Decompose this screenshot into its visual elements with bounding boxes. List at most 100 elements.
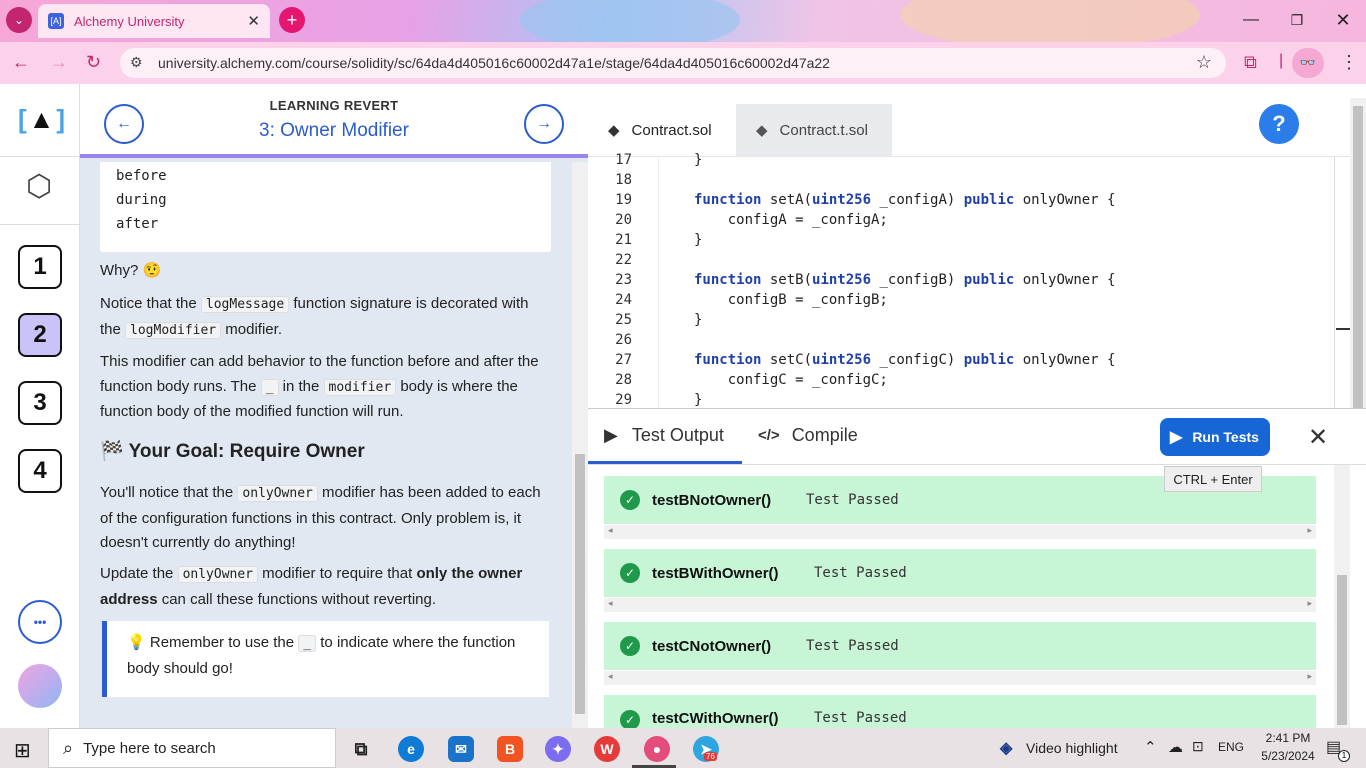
line-number: 23 (615, 272, 632, 288)
keyword: function (694, 272, 762, 288)
lesson-content: before during after Why? 🤨 Notice that t… (80, 162, 570, 728)
clock-date[interactable]: 5/23/2024 (1253, 749, 1323, 763)
code-text: onlyOwner { (1014, 352, 1116, 368)
minimize-button[interactable]: — (1228, 0, 1274, 40)
tab-contract-sol[interactable]: ◆ Contract.sol (588, 104, 732, 156)
lesson-title: 3: Owner Modifier (259, 120, 409, 141)
stage-button-2[interactable]: 2 (18, 313, 62, 357)
code-line: function setC(uint256 _configC) public o… (694, 352, 1115, 368)
reload-icon[interactable]: ↻ (86, 52, 101, 73)
output-scrollbar[interactable] (1334, 465, 1350, 729)
profile-icon[interactable]: 👓 (1292, 48, 1324, 78)
horizontal-scrollbar[interactable]: ◂ ▸ (604, 525, 1316, 539)
chrome-profile-icon[interactable]: ● (644, 736, 670, 762)
code-line: before (116, 168, 167, 184)
keyword: function (694, 352, 762, 368)
previous-stage-button[interactable]: ← (104, 104, 144, 144)
new-tab-button[interactable]: + (279, 7, 305, 33)
divider (588, 464, 1366, 465)
gutter-divider (658, 156, 659, 408)
overview-ruler-mark (1336, 328, 1350, 330)
lesson-section-label: LEARNING REVERT (269, 98, 399, 113)
text: Remember to use the (149, 634, 299, 651)
line-number: 25 (615, 312, 632, 328)
scrollbar-thumb[interactable] (1337, 575, 1347, 725)
divider (0, 224, 80, 225)
scroll-left-icon[interactable]: ◂ (608, 598, 613, 609)
paragraph: This modifier can add behavior to the fu… (100, 350, 550, 425)
scrollbar-thumb[interactable] (575, 454, 585, 714)
stage-button-3[interactable]: 3 (18, 381, 62, 425)
clock-time[interactable]: 2:41 PM (1256, 731, 1320, 745)
horizontal-scrollbar[interactable]: ◂ ▸ (604, 598, 1316, 612)
inline-code: onlyOwner (237, 485, 318, 502)
line-number: 27 (615, 352, 632, 368)
scroll-right-icon[interactable]: ▸ (1307, 671, 1312, 682)
show-hidden-icons-chevron-icon[interactable]: ⌃ (1144, 738, 1157, 756)
more-button[interactable]: ••• (18, 600, 62, 644)
brave-browser-icon[interactable]: B (497, 736, 523, 762)
task-view-icon[interactable]: ⧉ (348, 736, 374, 762)
hexagon-logo-icon[interactable]: ⬡ (26, 172, 52, 202)
alchemy-logo-icon[interactable]: [▲] (18, 104, 67, 135)
output-panel: ▶ Test Output </> Compile ▶ Run Tests ✕ CTR… (588, 408, 1366, 730)
stage-button-4[interactable]: 4 (18, 449, 62, 493)
bookmark-star-icon[interactable]: ☆ (1196, 52, 1212, 73)
code-text: } (694, 152, 703, 168)
code-text: configA = _configA; (694, 212, 888, 228)
user-avatar[interactable] (18, 664, 62, 708)
tab-contract-t-sol[interactable]: ◆ Contract.t.sol (736, 104, 892, 156)
code-lines[interactable]: 17} 18 19 function setA(uint256 _configA) p… (588, 152, 1366, 408)
help-button[interactable]: ? (1259, 104, 1299, 144)
next-stage-button[interactable]: → (524, 104, 564, 144)
copilot-icon[interactable]: ✦ (545, 736, 571, 762)
code-text: onlyOwner { (1014, 272, 1116, 288)
site-info-icon[interactable]: ⚙ (130, 54, 143, 71)
back-arrow-icon[interactable]: ← (12, 52, 30, 73)
test-name: testCWithOwner() (652, 710, 779, 727)
scroll-right-icon[interactable]: ▸ (1307, 598, 1312, 609)
close-window-button[interactable]: ✕ (1320, 0, 1366, 40)
edge-browser-icon[interactable]: e (398, 736, 424, 762)
wps-office-icon[interactable]: W (594, 736, 620, 762)
stage-navigation-rail: [▲] ⬡ 1 2 3 4 ••• (0, 84, 80, 728)
mail-icon[interactable]: ✉ (448, 736, 474, 762)
lesson-scrollbar[interactable] (572, 162, 588, 728)
search-icon: ⌕ (63, 737, 74, 758)
address-bar[interactable]: ⚙ university.alchemy.com/course/solidity… (120, 48, 1226, 78)
lightbulb-icon: 💡 (127, 634, 146, 651)
language-indicator[interactable]: ENG (1218, 740, 1244, 754)
close-output-icon[interactable]: ✕ (1308, 423, 1328, 452)
network-icon[interactable]: ⊡ (1192, 738, 1204, 755)
tab-close-icon[interactable]: ✕ (247, 12, 260, 30)
windows-start-icon[interactable]: ⊞ (14, 738, 31, 763)
paragraph: Update the onlyOwner modifier to require… (100, 562, 550, 612)
stage-button-1[interactable]: 1 (18, 245, 62, 289)
run-tests-button[interactable]: ▶ Run Tests (1160, 418, 1270, 456)
extensions-icon[interactable]: ⧉ (1244, 52, 1257, 73)
news-widget-text[interactable]: Video highlight (1026, 740, 1118, 756)
text: can call these functions without reverti… (157, 590, 437, 608)
browser-menu-icon[interactable]: ⋮ (1340, 52, 1358, 73)
keyword: uint256 (812, 272, 872, 288)
horizontal-scrollbar[interactable]: ◂ ▸ (604, 671, 1316, 685)
inline-code: _ (260, 378, 279, 396)
tip-callout: 💡 Remember to use the _ to indicate wher… (102, 621, 549, 697)
scroll-right-icon[interactable]: ▸ (1307, 525, 1312, 536)
browser-tab-active[interactable]: [A] Alchemy University ✕ (38, 4, 270, 38)
code-text: } (694, 312, 703, 328)
scroll-left-icon[interactable]: ◂ (608, 671, 613, 682)
restore-button[interactable]: ❐ (1274, 0, 1320, 40)
inline-code: logMessage (200, 296, 290, 313)
tab-compile[interactable]: </> Compile (758, 425, 858, 446)
tab-label: Contract.sol (631, 121, 712, 139)
tab-search-icon[interactable]: ⌄ (6, 7, 32, 33)
cloud-icon[interactable]: ☁ (1168, 738, 1183, 756)
forward-arrow-icon[interactable]: → (50, 52, 68, 73)
tab-test-output[interactable]: ▶ Test Output (604, 425, 724, 446)
code-line: function setA(uint256 _configA) public o… (694, 192, 1115, 208)
taskbar-search[interactable]: ⌕ Type here to search (48, 728, 336, 768)
keyword: uint256 (812, 192, 872, 208)
text: modifier to require that (258, 565, 417, 582)
scroll-left-icon[interactable]: ◂ (608, 525, 613, 536)
